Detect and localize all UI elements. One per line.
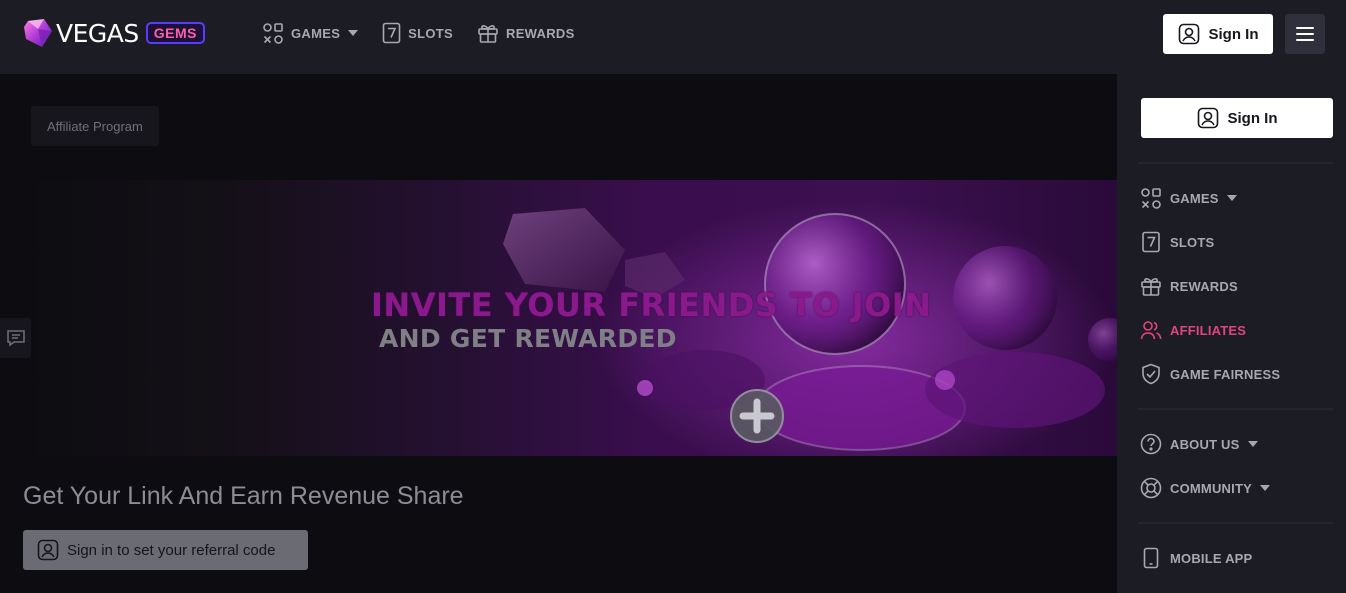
section-title: Get Your Link And Earn Revenue Share <box>23 482 464 510</box>
sidebar-item-game-fairness[interactable]: GAME FAIRNESS <box>1140 363 1280 385</box>
brand-name: VEGAS <box>56 18 139 48</box>
sidebar-menu: Sign In GAMES SLOTS REWARDS AFFILIATES G… <box>1117 74 1346 593</box>
logo[interactable]: VEGAS GEMS <box>22 17 205 49</box>
sidebar-item-label: GAME FAIRNESS <box>1170 366 1281 382</box>
sidebar-sign-in-label: Sign In <box>1227 109 1278 127</box>
chat-icon <box>6 330 25 347</box>
sign-in-label: Sign In <box>1208 25 1259 43</box>
slot-seven-icon <box>1142 231 1160 253</box>
gift-icon <box>1141 278 1161 296</box>
sidebar-item-label: AFFILIATES <box>1170 322 1247 338</box>
sidebar-item-slots[interactable]: SLOTS <box>1140 231 1214 253</box>
mobile-icon <box>1143 547 1159 569</box>
sidebar-item-rewards[interactable]: REWARDS <box>1140 275 1238 297</box>
top-navigation: GAMES SLOTS REWARDS <box>262 22 599 44</box>
referral-sign-in-button[interactable]: Sign in to set your referral code <box>23 530 308 570</box>
chat-toggle[interactable] <box>0 318 31 358</box>
gift-icon <box>478 25 498 43</box>
breadcrumb[interactable]: Affiliate Program <box>31 106 159 146</box>
divider <box>1138 408 1333 410</box>
slot-seven-icon <box>382 22 401 44</box>
nav-slots-label: SLOTS <box>408 25 454 41</box>
question-icon <box>1140 433 1162 455</box>
menu-button[interactable] <box>1285 14 1325 54</box>
sidebar-item-label: MOBILE APP <box>1170 550 1253 566</box>
user-icon <box>1197 107 1218 129</box>
top-header: VEGAS GEMS GAMES SLOTS REWARDS Sign In <box>0 0 1346 74</box>
chevron-down-icon <box>1259 485 1270 491</box>
user-icon <box>37 539 59 561</box>
nav-games-label: GAMES <box>291 25 341 41</box>
nav-rewards[interactable]: REWARDS <box>477 22 575 44</box>
lifebuoy-icon <box>1140 477 1162 499</box>
chevron-down-icon <box>1247 441 1258 447</box>
sidebar-item-about-us[interactable]: ABOUT US <box>1140 433 1258 455</box>
referral-button-label: Sign in to set your referral code <box>67 541 276 559</box>
main-content: Affiliate Program INVITE YOUR FRIENDS TO… <box>0 74 1117 593</box>
nav-slots[interactable]: SLOTS <box>382 22 453 44</box>
games-icon <box>1141 188 1161 209</box>
nav-games[interactable]: GAMES <box>262 22 359 44</box>
user-icon <box>1178 23 1199 45</box>
sidebar-item-label: COMMUNITY <box>1170 480 1252 496</box>
sign-in-button[interactable]: Sign In <box>1163 14 1273 54</box>
chevron-down-icon <box>1226 195 1237 201</box>
shield-check-icon <box>1142 363 1160 385</box>
nav-rewards-label: REWARDS <box>506 25 575 41</box>
affiliate-banner: INVITE YOUR FRIENDS TO JOIN AND GET REWA… <box>25 180 1117 456</box>
hamburger-icon <box>1296 27 1314 41</box>
sidebar-item-label: GAMES <box>1170 190 1219 206</box>
chevron-down-icon <box>348 30 359 36</box>
sidebar-item-mobile-app[interactable]: MOBILE APP <box>1140 547 1252 569</box>
users-icon <box>1140 321 1162 340</box>
sidebar-sign-in-button[interactable]: Sign In <box>1141 98 1333 138</box>
brand-badge: GEMS <box>145 22 205 44</box>
games-icon <box>263 23 283 44</box>
sidebar-item-affiliates[interactable]: AFFILIATES <box>1140 319 1246 341</box>
gem-logo-icon <box>24 19 52 47</box>
sidebar-item-label: ABOUT US <box>1170 436 1240 452</box>
divider <box>1138 522 1333 524</box>
banner-subtitle: AND GET REWARDED <box>379 324 677 353</box>
sidebar-item-label: SLOTS <box>1170 234 1215 250</box>
banner-title: INVITE YOUR FRIENDS TO JOIN <box>371 286 932 324</box>
divider <box>1138 162 1333 164</box>
sidebar-item-games[interactable]: GAMES <box>1140 187 1237 209</box>
sidebar-item-community[interactable]: COMMUNITY <box>1140 477 1270 499</box>
sidebar-item-label: REWARDS <box>1170 278 1238 294</box>
